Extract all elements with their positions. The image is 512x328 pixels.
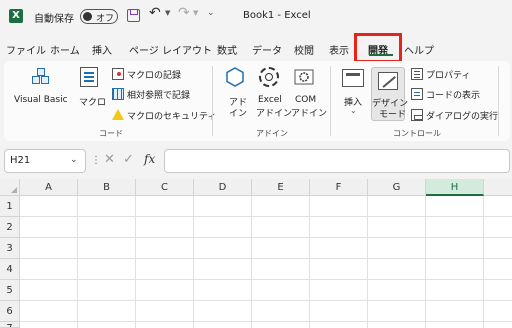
excel-logo-icon: X: [9, 9, 23, 23]
design-mode-label-line2: モード: [379, 110, 407, 120]
row-header-6[interactable]: 6: [0, 301, 20, 322]
visual-basic-icon: [32, 68, 50, 86]
undo-icon[interactable]: ↶: [149, 5, 161, 21]
group-label-code: コード: [99, 129, 123, 138]
row-header-2[interactable]: 2: [0, 217, 20, 238]
warning-icon: [112, 109, 124, 120]
group-divider: [330, 66, 331, 136]
excel-addins-icon: [259, 67, 279, 87]
com-addins-button-line1[interactable]: COM: [295, 95, 316, 105]
excel-addins-button-line1[interactable]: Excel: [258, 95, 282, 105]
row-header-3[interactable]: 3: [0, 238, 20, 259]
group-label-controls: コントロール: [393, 129, 441, 138]
column-header-b[interactable]: B: [78, 179, 136, 196]
more-options-icon[interactable]: ⋮: [91, 155, 101, 166]
autosave-toggle[interactable]: オフ: [80, 9, 118, 24]
undo-dropdown-icon[interactable]: ▼: [165, 9, 170, 17]
relative-reference-icon: [112, 88, 124, 100]
tab-home[interactable]: ホーム: [50, 42, 80, 57]
tab-help[interactable]: ヘルプ: [404, 42, 434, 57]
view-code-button[interactable]: コードの表示: [426, 88, 480, 101]
macro-security-button[interactable]: マクロのセキュリティ: [127, 109, 216, 122]
ribbon-tabs: ファイル ホーム 挿入 ページ レイアウト 数式 データ 校閲 表示 開発 ヘル…: [0, 34, 512, 60]
addins-button-line2[interactable]: イン: [229, 106, 247, 119]
name-box-value: H21: [10, 155, 31, 166]
macro-button[interactable]: マクロ: [79, 95, 106, 108]
autosave-label: 自動保存: [34, 14, 74, 25]
group-divider: [498, 66, 499, 136]
column-header-f[interactable]: F: [310, 179, 368, 196]
excel-addins-button-line2[interactable]: アドイン: [256, 106, 292, 119]
formula-input[interactable]: [164, 149, 510, 173]
highlight-box: [354, 33, 402, 63]
column-header-g[interactable]: G: [368, 179, 426, 196]
group-divider: [212, 66, 213, 136]
relative-reference-button[interactable]: 相対参照で記録: [127, 88, 190, 101]
com-addins-icon: [294, 69, 314, 85]
enter-icon[interactable]: ✓: [123, 152, 134, 167]
tab-insert[interactable]: 挿入: [92, 42, 112, 57]
record-macro-button[interactable]: マクロの記録: [127, 68, 181, 81]
group-label-addins: アドイン: [256, 129, 288, 138]
chevron-down-icon[interactable]: ⌄: [350, 106, 357, 115]
column-header-d[interactable]: D: [194, 179, 252, 196]
macro-icon: [80, 67, 98, 87]
tab-file[interactable]: ファイル: [6, 42, 46, 57]
com-addins-button-line2[interactable]: アドイン: [291, 106, 327, 119]
insert-control-icon: [342, 69, 364, 87]
cell-area[interactable]: [20, 196, 512, 328]
cancel-icon[interactable]: ✕: [104, 152, 115, 167]
properties-button[interactable]: プロパティ: [426, 68, 470, 81]
redo-icon[interactable]: ↷: [178, 5, 190, 21]
autosave-state: オフ: [96, 14, 115, 24]
document-title: Book1 - Excel: [243, 10, 311, 21]
select-all-button[interactable]: [0, 179, 20, 196]
tab-data[interactable]: データ: [252, 42, 282, 57]
customize-toolbar-icon[interactable]: ⌄: [207, 8, 215, 18]
design-mode-icon: [378, 72, 398, 90]
record-macro-icon: [112, 68, 124, 80]
column-header-overflow: [484, 179, 512, 196]
visual-basic-button[interactable]: Visual Basic: [14, 95, 68, 105]
column-header-a[interactable]: A: [20, 179, 78, 196]
run-dialog-button[interactable]: ダイアログの実行: [426, 109, 498, 122]
view-code-icon: [411, 88, 423, 100]
run-dialog-icon: [411, 109, 423, 121]
column-header-c[interactable]: C: [136, 179, 194, 196]
tab-review[interactable]: 校閲: [294, 42, 314, 57]
column-header-h[interactable]: H: [426, 179, 484, 196]
chevron-down-icon[interactable]: ⌄: [70, 155, 78, 165]
addins-icon: [226, 67, 244, 87]
column-header-e[interactable]: E: [252, 179, 310, 196]
redo-dropdown-icon[interactable]: ▼: [193, 9, 198, 17]
tab-page-layout[interactable]: ページ レイアウト: [129, 42, 212, 57]
row-header-7[interactable]: 7: [0, 322, 20, 328]
row-header-5[interactable]: 5: [0, 280, 20, 301]
row-header-1[interactable]: 1: [0, 196, 20, 217]
toggle-knob: [83, 12, 92, 21]
save-icon[interactable]: [127, 9, 140, 22]
insert-function-button[interactable]: fx: [144, 152, 155, 166]
properties-icon: [411, 68, 423, 80]
tab-formulas[interactable]: 数式: [217, 42, 237, 57]
row-header-4[interactable]: 4: [0, 259, 20, 280]
tab-view[interactable]: 表示: [329, 42, 349, 57]
